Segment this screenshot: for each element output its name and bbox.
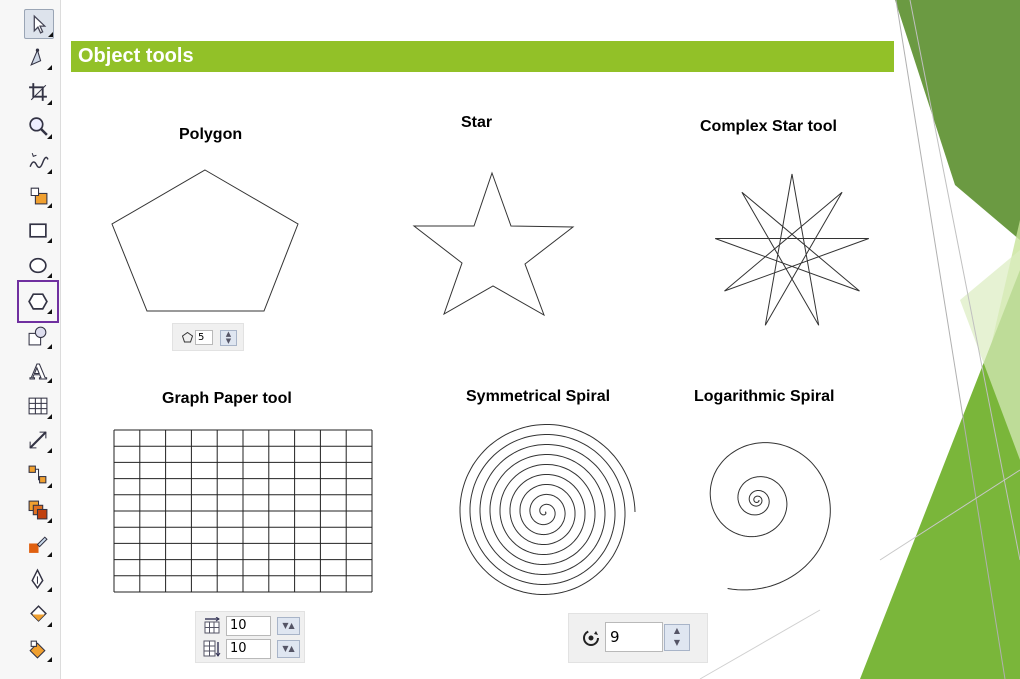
- flyout-indicator: [47, 483, 52, 488]
- rows-icon: [203, 640, 221, 657]
- table-tool-button[interactable]: [24, 392, 52, 420]
- shape-edit-icon: [30, 48, 42, 66]
- smart-fill-icon: [30, 187, 48, 205]
- rectangle-icon: [29, 223, 47, 238]
- freehand-tool-button[interactable]: [24, 147, 52, 175]
- flyout-indicator: [47, 238, 52, 243]
- graph-paper-control: 10 ▼▲ 10 ▼▲: [195, 611, 305, 663]
- graph-columns-spinner[interactable]: ▼▲: [277, 617, 300, 635]
- spiral-revolutions-control: 9 ▲ ▼: [568, 613, 708, 663]
- flyout-indicator: [47, 134, 52, 139]
- crop-icon: [29, 83, 47, 101]
- flyout-indicator: [47, 378, 52, 383]
- spiral-revolutions-input[interactable]: 9: [605, 622, 663, 652]
- polygon-tool-button[interactable]: [24, 287, 52, 315]
- flyout-indicator: [47, 414, 52, 419]
- flyout-indicator: [47, 622, 52, 627]
- eyedropper-icon: [29, 536, 48, 553]
- toolbox: A: [0, 0, 61, 679]
- flyout-indicator: [47, 344, 52, 349]
- outline-pen-icon: [31, 568, 44, 590]
- flyout-indicator: [47, 203, 52, 208]
- complex-star-label: Complex Star tool: [700, 118, 837, 135]
- flyout-indicator: [47, 587, 52, 592]
- graph-rows-input[interactable]: 10: [226, 639, 271, 659]
- crop-tool-button[interactable]: [24, 78, 52, 106]
- pick-arrow-tool-button[interactable]: [24, 9, 54, 39]
- text-icon: A: [29, 359, 48, 381]
- polygon-icon: [28, 293, 48, 310]
- text-tool-button[interactable]: A: [24, 356, 52, 384]
- svg-text:A: A: [29, 359, 47, 381]
- rectangle-tool-button[interactable]: [24, 216, 52, 244]
- graph-columns-input[interactable]: 10: [226, 616, 271, 636]
- section-title: Object tools: [71, 41, 894, 72]
- flyout-indicator: [47, 65, 52, 70]
- flyout-indicator: [47, 552, 52, 557]
- eyedropper-tool-button[interactable]: [24, 530, 52, 558]
- spiral-revolutions-icon: [583, 630, 599, 646]
- pick-arrow-icon: [33, 14, 47, 34]
- polygon-sides-icon: [182, 332, 193, 343]
- flyout-indicator: [47, 273, 52, 278]
- smart-fill-tool-button[interactable]: [24, 181, 52, 209]
- flyout-indicator: [47, 448, 52, 453]
- blend-icon: [28, 500, 48, 520]
- graph-rows-spinner[interactable]: ▼▲: [277, 640, 300, 658]
- ellipse-icon: [29, 257, 47, 274]
- connector-icon: [28, 465, 47, 484]
- flyout-indicator: [48, 32, 53, 37]
- star-label: Star: [461, 114, 493, 131]
- blend-tool-button[interactable]: [24, 496, 52, 524]
- flyout-indicator: [47, 100, 52, 105]
- flyout-indicator: [47, 657, 52, 662]
- interactive-fill-icon: [29, 640, 46, 659]
- table-icon: [28, 397, 48, 415]
- fill-icon: [30, 605, 47, 622]
- decorative-background: [0, 0, 1020, 679]
- connector-tool-button[interactable]: [24, 461, 52, 489]
- polygon-sides-spinner[interactable]: ▲ ▼: [220, 330, 237, 346]
- ellipse-tool-button[interactable]: [24, 251, 52, 279]
- polygon-sides-input[interactable]: 5: [195, 330, 213, 345]
- shape-edit-tool-button[interactable]: [24, 43, 52, 71]
- fill-tool-button[interactable]: [24, 600, 52, 628]
- columns-icon: [204, 617, 220, 634]
- interactive-fill-tool-button[interactable]: [24, 635, 52, 663]
- basic-shapes-icon: [28, 326, 47, 346]
- outline-pen-tool-button[interactable]: [24, 565, 52, 593]
- zoom-tool-button[interactable]: [24, 112, 52, 140]
- graph-paper-label: Graph Paper tool: [162, 390, 292, 407]
- spiral-revolutions-spinner[interactable]: ▲ ▼: [664, 624, 690, 651]
- freehand-icon: [29, 152, 49, 169]
- dimension-tool-button[interactable]: [24, 426, 52, 454]
- symmetrical-spiral-label: Symmetrical Spiral: [466, 388, 611, 405]
- logarithmic-spiral-label: Logarithmic Spiral: [694, 388, 835, 405]
- polygon-sides-control: 5 ▲ ▼: [172, 323, 244, 351]
- flyout-indicator: [47, 309, 52, 314]
- flyout-indicator: [47, 169, 52, 174]
- polygon-label: Polygon: [179, 126, 243, 143]
- basic-shapes-tool-button[interactable]: [24, 322, 52, 350]
- zoom-icon: [29, 117, 48, 136]
- dimension-icon: [29, 431, 47, 449]
- flyout-indicator: [47, 518, 52, 523]
